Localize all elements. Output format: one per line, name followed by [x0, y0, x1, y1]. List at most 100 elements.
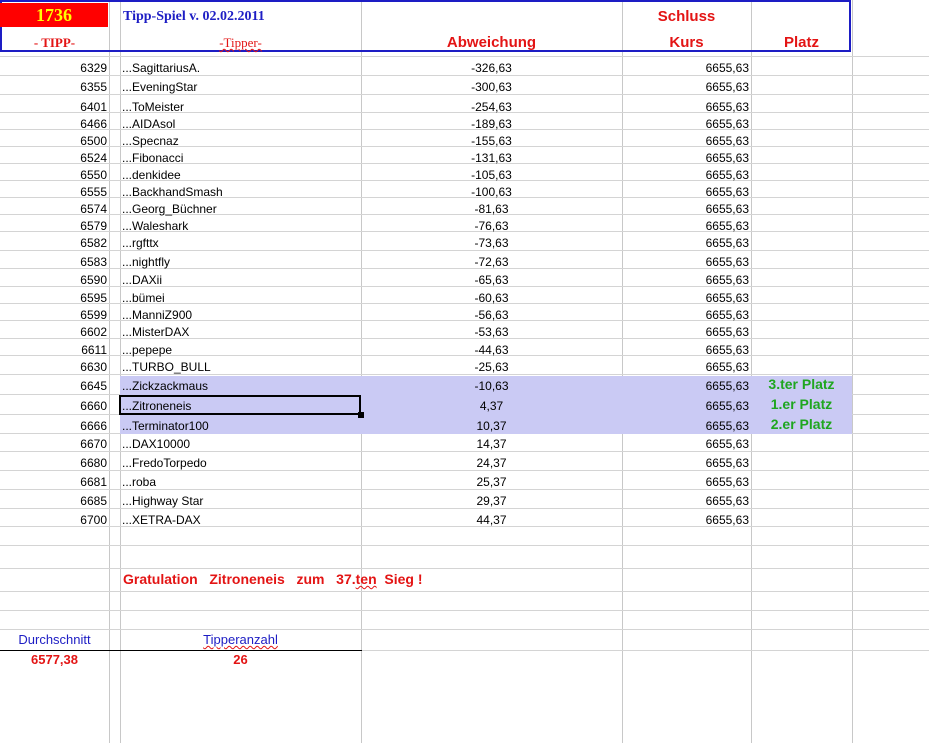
- tipper-cell[interactable]: ...ToMeister: [122, 100, 360, 114]
- abweichung-cell[interactable]: 10,37: [361, 419, 622, 433]
- abweichung-cell[interactable]: 29,37: [361, 494, 622, 508]
- tipp-cell[interactable]: 6670: [0, 437, 107, 451]
- abweichung-cell[interactable]: -105,63: [361, 168, 622, 182]
- abweichung-cell[interactable]: 44,37: [361, 513, 622, 527]
- tipper-cell[interactable]: ...Waleshark: [122, 219, 360, 233]
- abweichung-cell[interactable]: 14,37: [361, 437, 622, 451]
- kurs-cell[interactable]: 6655,63: [622, 61, 749, 75]
- tipp-cell[interactable]: 6524: [0, 151, 107, 165]
- col-header-platz[interactable]: Platz: [751, 35, 852, 50]
- kurs-cell[interactable]: 6655,63: [622, 185, 749, 199]
- congratulation-text[interactable]: Gratulation Zitroneneis zum 37.ten Sieg …: [123, 572, 423, 586]
- tipper-cell[interactable]: ...BackhandSmash: [122, 185, 360, 199]
- tipper-cell[interactable]: ...Terminator100: [122, 419, 360, 433]
- tipper-cell[interactable]: ...roba: [122, 475, 360, 489]
- kurs-cell[interactable]: 6655,63: [622, 360, 749, 374]
- tipp-cell[interactable]: 6666: [0, 419, 107, 433]
- tipper-cell[interactable]: ...Zickzackmaus: [122, 379, 360, 393]
- abweichung-cell[interactable]: 25,37: [361, 475, 622, 489]
- tipper-cell[interactable]: ...DAXii: [122, 273, 360, 287]
- kurs-cell[interactable]: 6655,63: [622, 475, 749, 489]
- col-header-schluss[interactable]: Schluss: [622, 9, 751, 24]
- abweichung-cell[interactable]: -53,63: [361, 325, 622, 339]
- abweichung-cell[interactable]: -189,63: [361, 117, 622, 131]
- tipper-cell[interactable]: ...AIDAsol: [122, 117, 360, 131]
- kurs-cell[interactable]: 6655,63: [622, 325, 749, 339]
- col-header-tipp[interactable]: - TIPP-: [0, 36, 109, 50]
- tipp-cell[interactable]: 6500: [0, 134, 107, 148]
- platz-cell[interactable]: 2.er Platz: [751, 417, 852, 431]
- abweichung-cell[interactable]: -65,63: [361, 273, 622, 287]
- kurs-cell[interactable]: 6655,63: [622, 255, 749, 269]
- kurs-cell[interactable]: 6655,63: [622, 219, 749, 233]
- platz-cell[interactable]: 3.ter Platz: [751, 377, 852, 391]
- tipper-count-label[interactable]: Tipperanzahl: [120, 633, 361, 647]
- tipp-cell[interactable]: 6595: [0, 291, 107, 305]
- kurs-cell[interactable]: 6655,63: [622, 494, 749, 508]
- col-header-kurs[interactable]: Kurs: [622, 35, 751, 50]
- tipp-cell[interactable]: 6550: [0, 168, 107, 182]
- abweichung-cell[interactable]: -44,63: [361, 343, 622, 357]
- tipper-cell[interactable]: ...DAX10000: [122, 437, 360, 451]
- kurs-cell[interactable]: 6655,63: [622, 437, 749, 451]
- kurs-cell[interactable]: 6655,63: [622, 134, 749, 148]
- kurs-cell[interactable]: 6655,63: [622, 273, 749, 287]
- col-header-tipper[interactable]: -Tipper-: [120, 36, 361, 50]
- kurs-cell[interactable]: 6655,63: [622, 308, 749, 322]
- tipp-cell[interactable]: 6401: [0, 100, 107, 114]
- average-value[interactable]: 6577,38: [0, 653, 109, 667]
- active-cell-selection[interactable]: [119, 395, 361, 415]
- abweichung-cell[interactable]: -81,63: [361, 202, 622, 216]
- abweichung-cell[interactable]: -10,63: [361, 379, 622, 393]
- abweichung-cell[interactable]: -155,63: [361, 134, 622, 148]
- average-label[interactable]: Durchschnitt: [0, 633, 109, 647]
- tipper-cell[interactable]: ...Georg_Büchner: [122, 202, 360, 216]
- tipp-cell[interactable]: 6630: [0, 360, 107, 374]
- abweichung-cell[interactable]: -76,63: [361, 219, 622, 233]
- kurs-cell[interactable]: 6655,63: [622, 379, 749, 393]
- tipp-cell[interactable]: 6583: [0, 255, 107, 269]
- abweichung-cell[interactable]: -326,63: [361, 61, 622, 75]
- abweichung-cell[interactable]: -72,63: [361, 255, 622, 269]
- platz-cell[interactable]: 1.er Platz: [751, 397, 852, 411]
- kurs-cell[interactable]: 6655,63: [622, 202, 749, 216]
- kurs-cell[interactable]: 6655,63: [622, 117, 749, 131]
- tipp-cell[interactable]: 6645: [0, 379, 107, 393]
- abweichung-cell[interactable]: -56,63: [361, 308, 622, 322]
- kurs-cell[interactable]: 6655,63: [622, 168, 749, 182]
- tipp-cell[interactable]: 6555: [0, 185, 107, 199]
- kurs-cell[interactable]: 6655,63: [622, 151, 749, 165]
- kurs-cell[interactable]: 6655,63: [622, 456, 749, 470]
- abweichung-cell[interactable]: -254,63: [361, 100, 622, 114]
- tipper-count-value[interactable]: 26: [120, 653, 361, 667]
- tipp-cell[interactable]: 6574: [0, 202, 107, 216]
- page-title[interactable]: Tipp-Spiel v. 02.02.2011: [123, 10, 265, 24]
- col-header-abweichung[interactable]: Abweichung: [361, 35, 622, 50]
- abweichung-cell[interactable]: -25,63: [361, 360, 622, 374]
- tipper-cell[interactable]: ...FredoTorpedo: [122, 456, 360, 470]
- abweichung-cell[interactable]: -300,63: [361, 80, 622, 94]
- kurs-cell[interactable]: 6655,63: [622, 80, 749, 94]
- abweichung-cell[interactable]: 4,37: [361, 399, 622, 413]
- tipper-cell[interactable]: ...Fibonacci: [122, 151, 360, 165]
- tipp-cell[interactable]: 6680: [0, 456, 107, 470]
- tipp-cell[interactable]: 6579: [0, 219, 107, 233]
- abweichung-cell[interactable]: -131,63: [361, 151, 622, 165]
- kurs-cell[interactable]: 6655,63: [622, 291, 749, 305]
- kurs-cell[interactable]: 6655,63: [622, 100, 749, 114]
- tipp-cell[interactable]: 6611: [0, 343, 107, 357]
- tipp-cell[interactable]: 6685: [0, 494, 107, 508]
- kurs-cell[interactable]: 6655,63: [622, 343, 749, 357]
- tipper-cell[interactable]: ...bümei: [122, 291, 360, 305]
- tipp-cell[interactable]: 6660: [0, 399, 107, 413]
- tipp-cell[interactable]: 6355: [0, 80, 107, 94]
- tipp-cell[interactable]: 6466: [0, 117, 107, 131]
- tipper-cell[interactable]: ...SagittariusA.: [122, 61, 360, 75]
- tipper-cell[interactable]: ...denkidee: [122, 168, 360, 182]
- tipp-cell[interactable]: 6590: [0, 273, 107, 287]
- kurs-cell[interactable]: 6655,63: [622, 513, 749, 527]
- tipp-cell[interactable]: 6602: [0, 325, 107, 339]
- tipp-cell[interactable]: 6681: [0, 475, 107, 489]
- tipper-cell[interactable]: ...Specnaz: [122, 134, 360, 148]
- fill-handle[interactable]: [358, 412, 364, 418]
